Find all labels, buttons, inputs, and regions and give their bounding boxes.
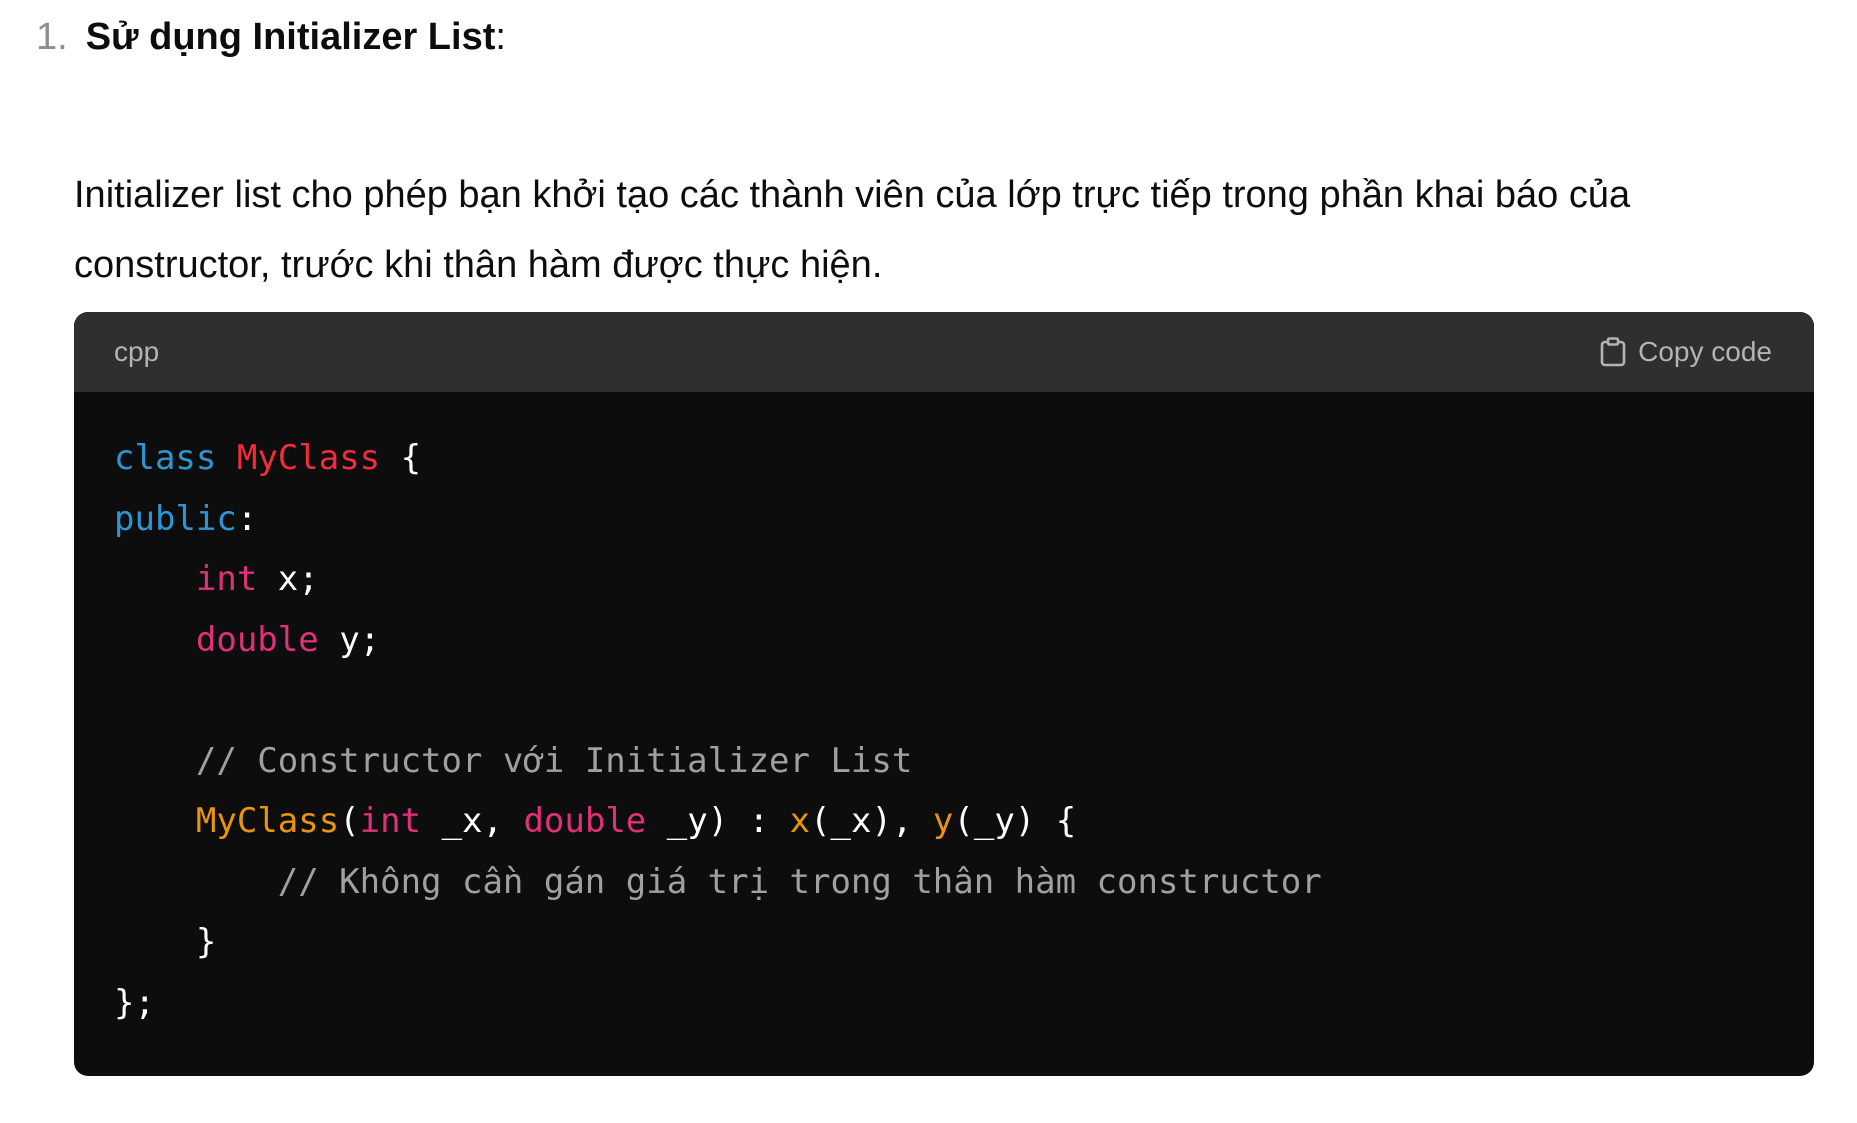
code-token: MyClass (236, 438, 381, 478)
code-line: MyClass(int _x, double _y) : x(_x), y(_y… (114, 791, 1774, 852)
code-line: class MyClass { (114, 428, 1774, 489)
list-heading-colon: : (495, 16, 506, 58)
list-heading-bold: Sử dụng Initializer List (85, 16, 496, 58)
code-token: _y) : (646, 801, 790, 841)
code-token: (_y) { (953, 801, 1077, 841)
code-line: public: (114, 489, 1774, 550)
code-token: MyClass (195, 801, 340, 841)
code-token: double (195, 619, 319, 660)
code-token: double (523, 801, 647, 841)
code-token: class (114, 438, 217, 478)
code-line: // Constructor với Initializer List (114, 731, 1774, 792)
code-token: x; (257, 559, 319, 599)
code-token: int (359, 801, 422, 841)
copy-code-button[interactable]: Copy code (1600, 336, 1772, 368)
code-line: int x; (114, 549, 1774, 610)
code-line: // Không cần gán giá trị trong thân hàm … (114, 852, 1774, 913)
description-paragraph: Initializer list cho phép bạn khởi tạo c… (74, 174, 1631, 286)
code-block-header: cpp Copy code (74, 312, 1814, 392)
code-token: { (380, 438, 422, 478)
code-token: ( (339, 801, 360, 841)
code-token: // Constructor với Initializer List (195, 740, 913, 781)
code-token: _x, (421, 801, 524, 841)
copy-code-label: Copy code (1638, 336, 1772, 367)
list-number: 1. (36, 16, 68, 58)
code-token: int (195, 559, 258, 599)
code-token: y (932, 801, 954, 841)
code-token: : (236, 498, 258, 539)
code-line: }; (114, 973, 1774, 1034)
code-line: double y; (114, 610, 1774, 671)
code-block: cpp Copy code class MyClass {public: int… (74, 312, 1814, 1076)
list-item-heading: 1. Sử dụng Initializer List : (36, 12, 506, 62)
code-line: } (114, 912, 1774, 973)
code-token: }; (114, 982, 155, 1023)
code-token: y; (318, 619, 381, 660)
code-token: x (789, 801, 811, 841)
code-token: (_x), (810, 801, 933, 841)
code-language-label: cpp (114, 336, 160, 367)
code-content: class MyClass {public: int x; double y; … (74, 392, 1814, 1033)
clipboard-icon (1600, 337, 1626, 367)
code-token: // Không cần gán giá trị trong thân hàm … (277, 861, 1322, 902)
code-token: } (114, 922, 217, 962)
code-token: public (114, 498, 237, 539)
